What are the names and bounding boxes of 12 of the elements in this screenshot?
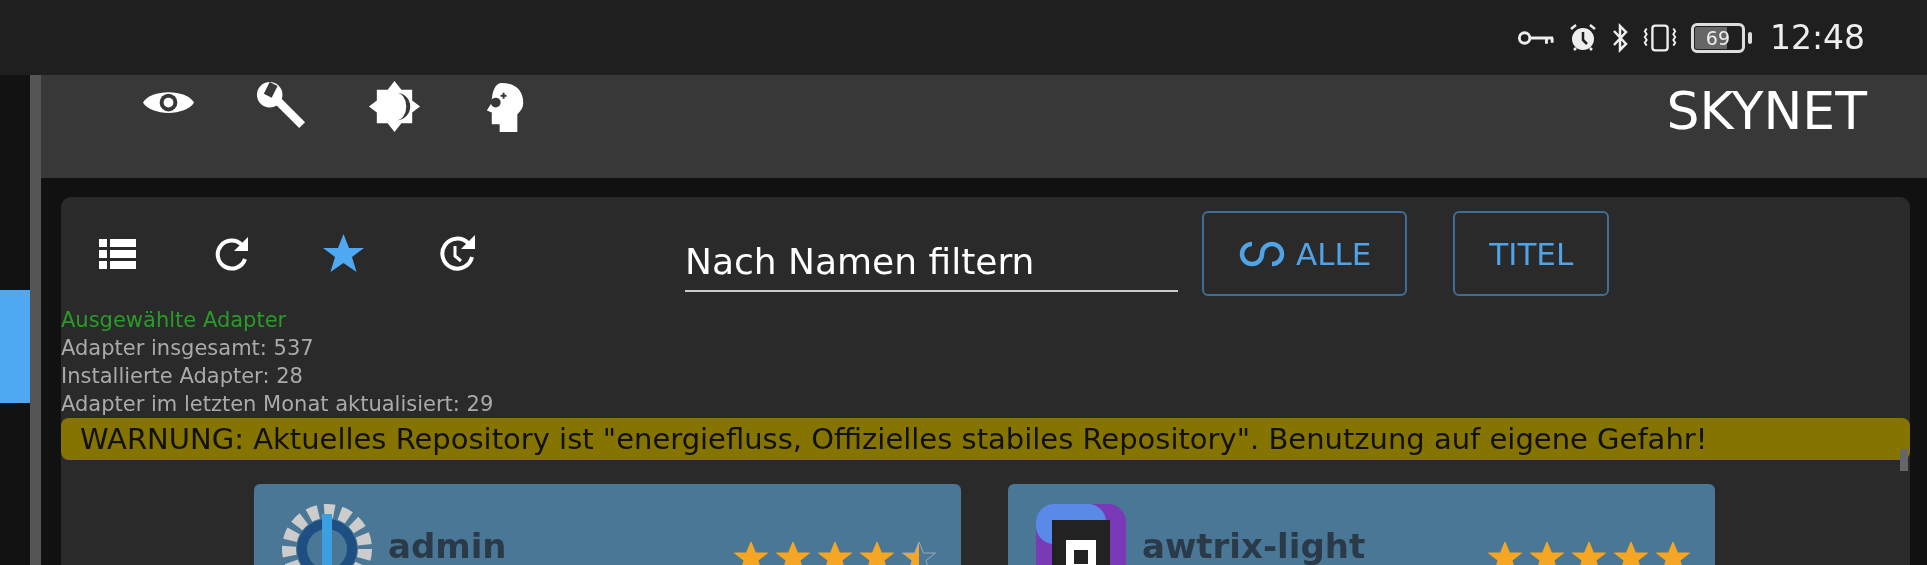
warning-banner: WARNUNG: Aktuelles Repository ist "energiefluss, Offizielles stabiles Repository". Benutzung auf eigene Gefahr! <box>61 418 1910 460</box>
all-button[interactable]: ALLE <box>1202 211 1408 296</box>
adapter-name: admin <box>388 526 507 565</box>
info-text: Adapter im letzten Monat aktualisiert: 29 <box>61 391 495 418</box>
info-text: Installierte Adapter: 28 <box>61 363 304 390</box>
info-heading: Ausgewählte Adapter <box>61 307 288 334</box>
title-button[interactable]: TITEL <box>1453 211 1610 296</box>
app-title: SKYNET <box>1666 81 1867 141</box>
adapter-name: awtrix-light <box>1142 526 1366 565</box>
filter-field[interactable]: Nach Namen filtern <box>685 237 1178 292</box>
clock-time: 12:48 <box>1769 18 1865 57</box>
info-text: Adapter insgesamt: 537 <box>61 335 315 362</box>
